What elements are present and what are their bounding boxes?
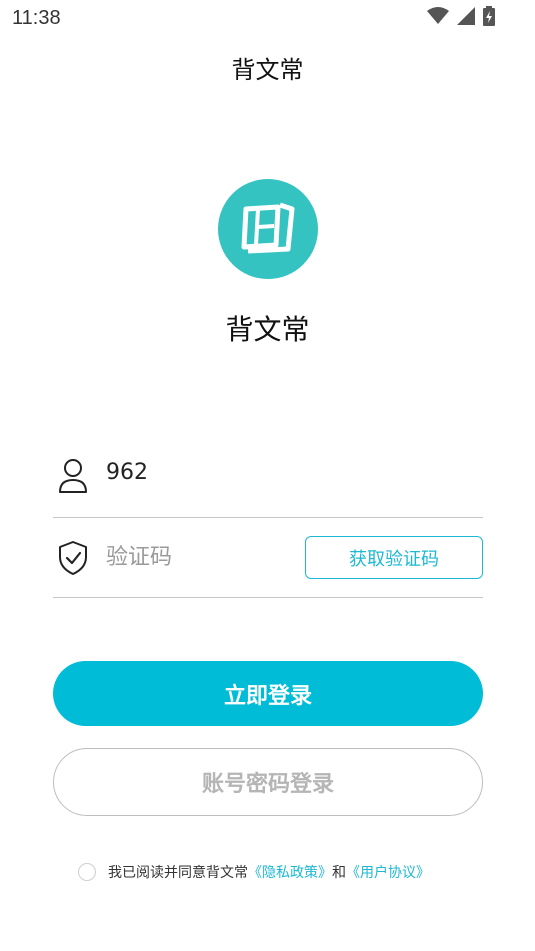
- password-login-button[interactable]: 账号密码登录: [53, 748, 483, 816]
- page-title: 背文常: [231, 56, 304, 84]
- battery-charging-icon: [483, 6, 495, 30]
- phone-value[interactable]: 962: [106, 460, 148, 485]
- agreement-row: 我已阅读并同意背文常 《隐私政策》 和 《用户协议》: [78, 860, 430, 884]
- shield-check-icon: [57, 540, 89, 576]
- phone-field[interactable]: 962: [53, 438, 483, 518]
- agreement-checkbox[interactable]: [78, 863, 96, 881]
- verification-code-input[interactable]: [106, 540, 296, 574]
- agreement-conjunction: 和: [332, 865, 346, 881]
- app-name: 背文常: [225, 313, 310, 346]
- status-bar: 11:38: [0, 0, 535, 36]
- user-agreement-link[interactable]: 《用户协议》: [346, 862, 430, 882]
- agreement-text: 我已阅读并同意背文常: [108, 865, 248, 881]
- app-logo: [218, 179, 318, 279]
- status-icons: [427, 6, 495, 30]
- get-code-button[interactable]: 获取验证码: [305, 536, 483, 579]
- user-icon: [57, 458, 89, 494]
- book-icon: [238, 199, 298, 259]
- verification-code-field[interactable]: 获取验证码: [53, 518, 483, 598]
- wifi-icon: [427, 7, 449, 29]
- status-time: 11:38: [12, 7, 61, 29]
- login-button[interactable]: 立即登录: [53, 661, 483, 726]
- cellular-signal-icon: [457, 7, 475, 29]
- privacy-policy-link[interactable]: 《隐私政策》: [248, 862, 332, 882]
